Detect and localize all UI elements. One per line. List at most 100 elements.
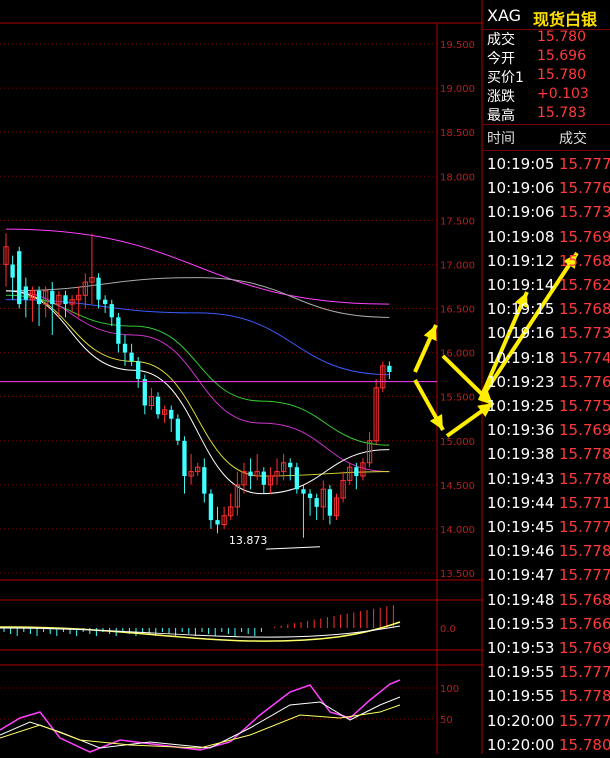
trade-row: 10:19:43 15.778 [483, 468, 610, 492]
quote-row: 最高 15.783 [483, 105, 610, 124]
candle-body [208, 493, 214, 521]
trade-price: 15.766 [559, 614, 610, 633]
trade-price: 15.773 [559, 203, 610, 222]
candle-body [63, 295, 68, 305]
quote-value: 15.780 [537, 29, 586, 45]
trade-price: 15.769 [559, 227, 610, 246]
candle-body [50, 290, 55, 305]
panel-divider [483, 29, 610, 30]
y-tick-label: 15.500 [440, 393, 475, 404]
trade-price: 15.778 [559, 687, 610, 706]
trade-time: 10:19:06 [487, 179, 555, 198]
trade-row: 10:19:05 15.777 [483, 153, 610, 177]
trade-time: 10:19:05 [487, 155, 555, 173]
trade-row: 10:20:00 15.777 [483, 710, 610, 734]
trade-time: 10:19:23 [487, 372, 555, 391]
trade-price: 15.778 [559, 469, 610, 488]
instrument-name: 现货白银 [533, 10, 598, 29]
panel-divider [483, 124, 610, 125]
candle-body [17, 251, 22, 305]
trade-row: 10:19:06 15.773 [483, 201, 610, 225]
trade-row: 10:19:18 15.774 [483, 347, 610, 371]
trade-time: 10:19:14 [487, 276, 555, 294]
trades-header: 时间 成交 [483, 124, 610, 150]
trade-row: 10:19:53 15.766 [483, 613, 610, 637]
candle-body [387, 365, 392, 372]
candle-body [23, 286, 28, 300]
indicator1-line-a [0, 621, 401, 642]
candle-body [301, 489, 306, 494]
y-tick-label: 14.500 [440, 481, 475, 492]
candle-body [261, 471, 266, 485]
trade-price: 15.775 [559, 397, 610, 415]
trade-row: 10:19:06 15.776 [483, 177, 610, 201]
trade-row: 10:20:00 15.780 [483, 734, 610, 758]
moving-average-line [5, 228, 390, 305]
y-tick-label: 18.000 [440, 172, 475, 183]
quote-row: 成交 15.780 [483, 29, 610, 48]
trade-time: 10:19:45 [487, 518, 555, 536]
trade-row: 10:19:14 15.762 [483, 274, 610, 298]
y-tick-label: 16.500 [440, 305, 475, 316]
indicator1-tick-label: 0.0 [440, 624, 456, 635]
trade-price: 15.776 [559, 372, 610, 391]
quote-row: 买价1 15.780 [483, 67, 610, 86]
candle-body [10, 264, 15, 278]
trade-price: 15.774 [559, 348, 610, 367]
candle-body [122, 343, 128, 353]
trade-time: 10:19:43 [487, 469, 555, 488]
indicator2-tick-label: 50 [440, 715, 453, 726]
y-tick-label: 19.500 [440, 40, 475, 51]
trade-row: 10:19:48 15.768 [483, 589, 610, 613]
y-tick-label: 14.000 [440, 525, 475, 536]
candle-body [327, 489, 333, 516]
trade-row: 10:19:47 15.777 [483, 564, 610, 588]
indicator2-tick-label: 100 [440, 684, 459, 695]
quote-label: 涨跌 [487, 89, 515, 105]
trade-row: 10:19:25 15.775 [483, 395, 610, 419]
candle-body [307, 493, 313, 499]
trade-row: 10:19:38 15.778 [483, 443, 610, 467]
y-tick-label: 17.500 [440, 216, 475, 227]
trade-time: 10:19:48 [487, 590, 555, 609]
moving-average-line [5, 290, 390, 477]
trade-time: 10:19:38 [487, 445, 555, 464]
y-tick-label: 17.000 [440, 260, 475, 271]
symbol-code: XAG [487, 6, 522, 25]
trade-price: 15.777 [559, 663, 610, 682]
low-price-annotation: 13.873 [229, 534, 268, 547]
trade-row: 10:19:36 15.769 [483, 419, 610, 443]
trade-time: 10:19:36 [487, 421, 555, 440]
trade-time: 10:19:25 [487, 397, 555, 415]
trade-row: 10:19:55 15.777 [483, 661, 610, 685]
trades-time-header: 时间 [487, 131, 515, 147]
y-tick-label: 13.500 [440, 569, 475, 580]
indicator2-line-c [0, 704, 401, 749]
candle-body [182, 440, 187, 477]
trade-price: 15.778 [559, 542, 610, 561]
trade-time: 10:19:53 [487, 639, 555, 657]
candle-body [155, 396, 161, 415]
trade-price: 15.771 [559, 493, 610, 512]
trade-price: 15.768 [559, 590, 610, 609]
quote-value: +0.103 [537, 86, 589, 102]
candle-body [36, 290, 42, 305]
trade-price: 15.769 [559, 421, 610, 440]
quote-value: 15.696 [537, 48, 586, 64]
trade-time: 10:19:44 [487, 493, 555, 512]
quote-row: 今开 15.696 [483, 48, 610, 67]
trade-row: 10:19:12 15.768 [483, 250, 610, 274]
trade-time: 10:19:53 [487, 614, 555, 633]
trade-row: 10:19:53 15.769 [483, 637, 610, 661]
trade-time: 10:19:12 [487, 251, 555, 270]
candle-body [288, 462, 293, 468]
trade-time: 10:19:47 [487, 566, 555, 585]
trade-time: 10:19:18 [487, 348, 555, 367]
candle-body [116, 317, 121, 344]
quote-header: XAG 现货白银 [483, 0, 610, 30]
trade-row: 10:19:08 15.769 [483, 226, 610, 250]
candle-body [96, 277, 101, 300]
trade-price: 15.768 [559, 300, 610, 319]
trade-time: 10:19:08 [487, 227, 555, 246]
trade-time: 10:19:16 [487, 324, 555, 343]
